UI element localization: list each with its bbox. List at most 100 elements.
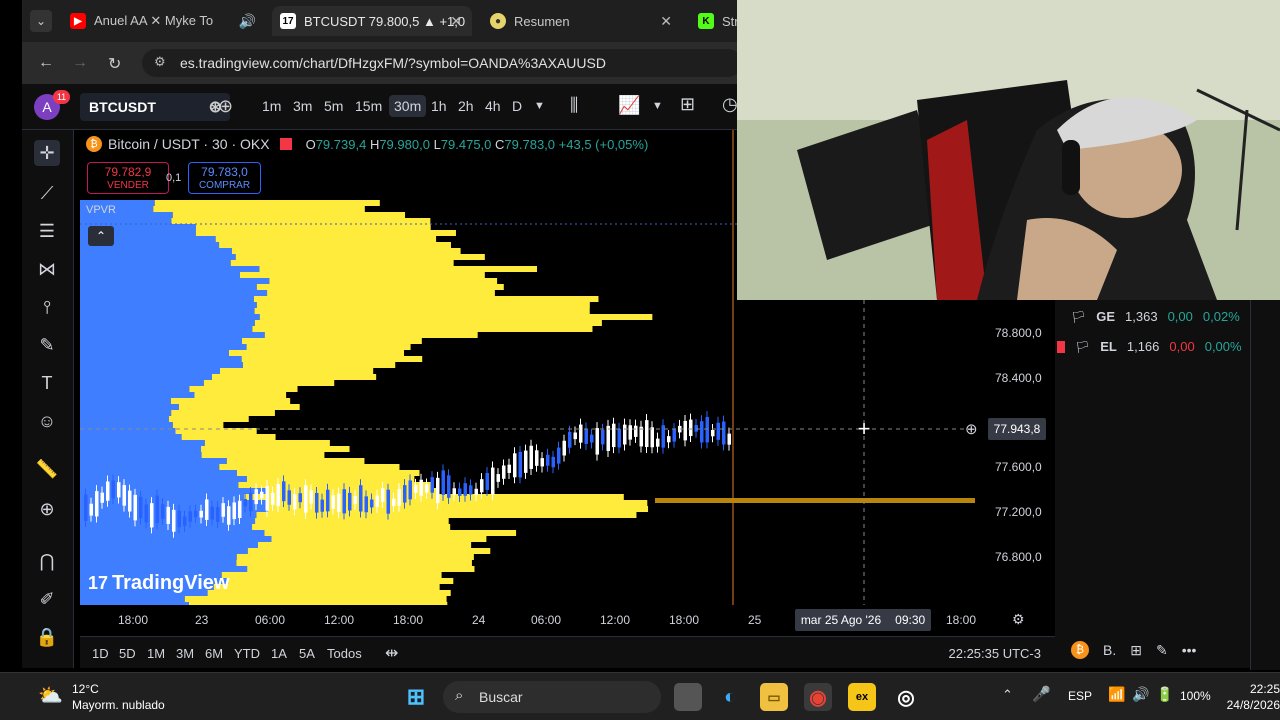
price-tick: 77.200,0 [995, 505, 1042, 519]
alert-clock-icon[interactable]: ◷ [722, 94, 738, 115]
timeframe-1h[interactable]: 1h [431, 98, 447, 114]
market-status-icon [279, 138, 292, 150]
candles-icon[interactable]: ⫼ [570, 95, 578, 116]
candle [595, 428, 599, 455]
volume-profile-bar [80, 302, 257, 308]
close-tab-icon[interactable]: ✕ [450, 13, 462, 30]
zoom-icon[interactable]: ⊕ [34, 496, 60, 522]
candle [672, 429, 676, 442]
timeframe-4h[interactable]: 4h [485, 98, 501, 114]
add-symbol-icon[interactable]: ⊕ [218, 96, 233, 117]
lock-icon[interactable]: 🔒 [34, 624, 60, 650]
buy-button[interactable]: 79.783,0 COMPRAR [188, 162, 261, 194]
fib-lines-icon[interactable]: ☰ [34, 218, 60, 244]
collapse-indicator-icon[interactable]: ⌃ [88, 226, 114, 246]
microphone-icon[interactable]: 🎤 [1032, 685, 1051, 703]
position-icon[interactable]: ⫯ [34, 294, 60, 320]
layout-grid-icon[interactable]: ⊞ [680, 94, 695, 115]
clock-time: 22:25 [1249, 682, 1280, 696]
obs-icon[interactable]: ◎ [892, 683, 920, 711]
candle [518, 451, 522, 478]
timeframe-15m[interactable]: 15m [355, 98, 382, 114]
edit-icon[interactable]: ✎ [1156, 642, 1168, 659]
emoji-icon[interactable]: ☺ [34, 408, 60, 434]
tab-tradingview[interactable]: 17 BTCUSDT 79.800,5 ▲ +1,0 ✕ [272, 6, 472, 36]
candle [276, 483, 280, 507]
range-5d[interactable]: 5D [119, 646, 136, 661]
time-tick: 06:00 [255, 613, 286, 627]
candle [562, 440, 566, 456]
edge-icon[interactable]: ◐ [716, 683, 744, 711]
timeframe-30m[interactable]: 30m [389, 95, 427, 117]
more-icon[interactable]: ••• [1182, 642, 1197, 658]
crosshair-tool-icon[interactable]: ✛ [34, 140, 60, 166]
tab-resumen[interactable]: ● Resumen ✕ [482, 6, 682, 36]
weather-temp: 12°C [72, 682, 99, 696]
back-icon[interactable]: ← [38, 54, 54, 72]
clock[interactable]: 22:25:35 UTC-3 [949, 646, 1042, 661]
start-icon[interactable]: ⊞ [402, 683, 430, 711]
indicators-dropdown-icon[interactable]: ▼ [652, 100, 663, 112]
pattern-icon[interactable]: ⋈ [34, 256, 60, 282]
tab-youtube[interactable]: ▶ Anuel AA ✕ Myke To 🔊 [62, 6, 262, 36]
file-explorer-icon[interactable]: ▭ [760, 683, 788, 711]
watchlist-row[interactable]: 🏳 GE 1,363 0,00 0,02% [1071, 309, 1240, 324]
timeframe-5m[interactable]: 5m [324, 98, 343, 114]
candle [397, 489, 401, 506]
candle [529, 445, 533, 469]
date-range-icon[interactable]: ⇹ [385, 643, 398, 663]
tab-list-button[interactable]: ⌄ [30, 10, 52, 32]
watchlist-row[interactable]: 🏳 EL 1,166 0,00 0,00% [1057, 339, 1242, 354]
tray-chevron-icon[interactable]: ⌃ [1002, 687, 1013, 703]
layout-icon[interactable]: ⊞ [1130, 642, 1142, 659]
range-ytd[interactable]: YTD [234, 646, 260, 661]
site-info-icon[interactable]: ⚙ [154, 54, 166, 70]
close-tab-icon[interactable]: ✕ [660, 13, 672, 30]
reload-icon[interactable]: ↻ [108, 54, 121, 74]
add-alert-icon[interactable]: ⊕ [965, 420, 978, 438]
timeframe-d[interactable]: D [512, 98, 522, 114]
task-view-icon[interactable] [674, 683, 702, 711]
weather-widget[interactable]: 12°C Mayorm. nublado [72, 681, 165, 713]
timeframe-1m[interactable]: 1m [262, 98, 281, 114]
range-1a[interactable]: 1A [271, 646, 287, 661]
ruler-icon[interactable]: 📏 [34, 456, 60, 482]
range-5a[interactable]: 5A [299, 646, 315, 661]
timeframe-2h[interactable]: 2h [458, 98, 474, 114]
brush-icon[interactable]: ✎ [34, 332, 60, 358]
timeframe-3m[interactable]: 3m [293, 98, 312, 114]
taskbar-search[interactable]: ⌕ Buscar [443, 681, 661, 713]
range-all[interactable]: Todos [327, 646, 362, 661]
exness-icon[interactable]: ex [848, 683, 876, 711]
magnet-icon[interactable]: ⋂ [34, 548, 60, 574]
range-6m[interactable]: 6M [205, 646, 223, 661]
volume-profile-bar [80, 344, 247, 350]
language-indicator[interactable]: ESP [1068, 689, 1092, 703]
range-3m[interactable]: 3M [176, 646, 194, 661]
url-field[interactable]: ⚙ es.tradingview.com/chart/DfHzgxFM/?sym… [142, 49, 742, 77]
settings-gear-icon[interactable]: ⚙ [1012, 611, 1025, 628]
text-tool-icon[interactable]: T [34, 370, 60, 396]
candle [95, 491, 99, 517]
system-clock[interactable]: 22:25 24/8/2026 [1222, 681, 1280, 713]
candle [425, 484, 429, 493]
range-1m[interactable]: 1M [147, 646, 165, 661]
timeframe-dropdown-icon[interactable]: ▼ [534, 100, 545, 112]
forward-icon[interactable]: → [72, 54, 88, 72]
battery-icon[interactable]: 🔋 [1156, 686, 1173, 703]
sell-price: 79.782,9 [104, 165, 152, 179]
indicator-name: VPVR [86, 204, 116, 216]
lock-drawing-icon[interactable]: ✐ [34, 586, 60, 612]
wifi-icon[interactable]: 📶 [1108, 686, 1125, 703]
candle [645, 420, 649, 448]
symbol-search[interactable]: BTCUSDT ⊛ [80, 93, 230, 121]
trend-line-icon[interactable]: ⟋ [34, 180, 60, 206]
candle [480, 479, 484, 493]
candle [584, 428, 588, 444]
range-1d[interactable]: 1D [92, 646, 109, 661]
volume-icon[interactable]: 🔊 [1132, 686, 1149, 703]
chrome-icon[interactable]: ◉ [804, 683, 832, 711]
sell-button[interactable]: 79.782,9 VENDER [87, 162, 169, 194]
indicators-icon[interactable]: 📈 [618, 95, 640, 116]
candle [100, 492, 104, 503]
